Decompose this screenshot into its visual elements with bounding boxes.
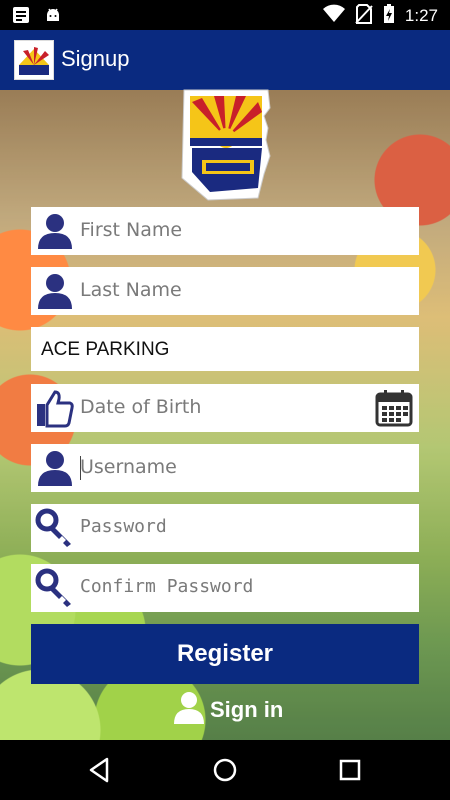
person-icon [35,448,75,488]
back-icon[interactable] [85,755,115,785]
recents-icon[interactable] [335,755,365,785]
first-name-placeholder: First Name [80,219,183,241]
no-sim-icon [355,4,373,28]
thumbs-up-icon [35,388,75,428]
password-placeholder: Password [80,516,167,537]
register-button[interactable]: Register [31,624,419,684]
person-icon [35,211,75,251]
person-icon [172,690,206,730]
battery-charging-icon [383,4,395,28]
app-bar: Signup [0,30,450,90]
password-field[interactable]: Password [31,504,419,552]
android-icon [44,6,62,28]
navigation-bar [0,740,450,800]
ufcw-logo [14,40,54,80]
clock: 1:27 [404,6,438,25]
sign-in-link[interactable]: Sign in [172,690,283,730]
date-of-birth-placeholder: Date of Birth [80,396,202,418]
sign-in-label: Sign in [210,697,284,722]
ufcw-logo [178,88,274,202]
employer-select[interactable]: ACE PARKING [31,327,419,371]
confirm-password-placeholder: Confirm Password [80,576,254,597]
date-of-birth-field[interactable]: Date of Birth [31,384,419,432]
person-icon [35,271,75,311]
username-field[interactable]: Username [31,444,419,492]
status-bar: 1:27 [0,0,450,30]
key-icon [35,508,75,548]
wifi-icon [322,4,345,28]
notes-icon [12,6,30,28]
employer-value: ACE PARKING [41,339,170,360]
home-icon[interactable] [210,755,240,785]
calendar-icon[interactable] [375,389,413,427]
last-name-field[interactable]: Last Name [31,267,419,315]
confirm-password-field[interactable]: Confirm Password [31,564,419,612]
key-icon [35,568,75,608]
last-name-placeholder: Last Name [80,279,182,301]
first-name-field[interactable]: First Name [31,207,419,255]
page-title: Signup [61,46,130,71]
username-placeholder: Username [80,456,177,478]
